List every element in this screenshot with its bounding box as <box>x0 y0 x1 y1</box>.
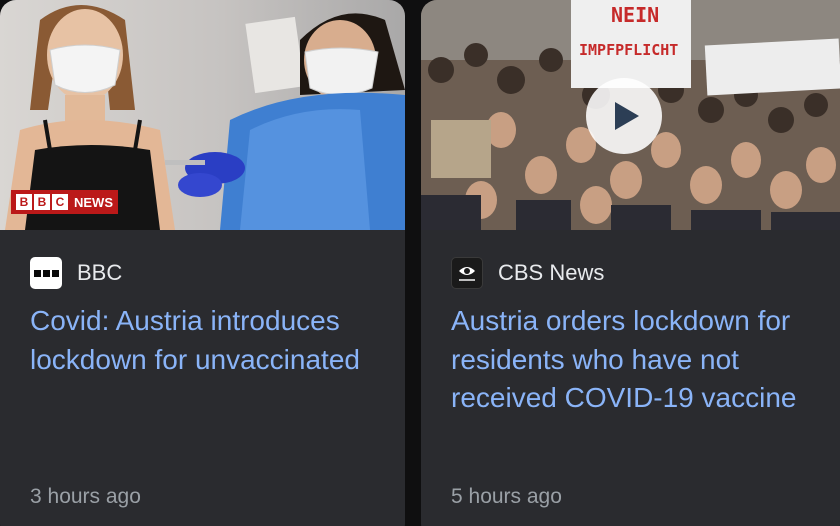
play-button[interactable] <box>586 78 662 154</box>
cbs-eye-logo-icon <box>451 257 483 289</box>
news-headline[interactable]: Austria orders lockdown for residents wh… <box>451 302 810 418</box>
news-carousel: B B C NEWS BBC Covid: Austria introduces… <box>0 0 840 526</box>
news-source: BBC <box>30 257 375 289</box>
news-timestamp: 3 hours ago <box>30 485 141 508</box>
news-headline[interactable]: Covid: Austria introduces lockdown for u… <box>30 302 375 379</box>
bbc-badge-letter: C <box>52 194 68 210</box>
news-timestamp: 5 hours ago <box>451 485 562 508</box>
news-card-cbs[interactable]: NEIN IMPFPFLICHT CBS News Austria orders… <box>421 0 840 526</box>
play-icon <box>615 102 639 130</box>
bbc-logo-icon <box>30 257 62 289</box>
source-name: CBS News <box>498 260 605 285</box>
bbc-news-badge: B B C NEWS <box>11 190 118 214</box>
news-card-bbc[interactable]: B B C NEWS BBC Covid: Austria introduces… <box>0 0 405 526</box>
bbc-badge-letter: B <box>34 194 50 210</box>
source-name: BBC <box>77 260 123 285</box>
news-thumbnail-protest[interactable]: NEIN IMPFPFLICHT <box>421 0 840 230</box>
protest-sign-text: NEIN <box>611 3 659 27</box>
news-thumbnail-vaccination[interactable]: B B C NEWS <box>0 0 405 230</box>
news-source: CBS News <box>451 257 810 289</box>
bbc-badge-letter: B <box>16 194 32 210</box>
bbc-badge-label: NEWS <box>74 194 113 210</box>
protest-sign-text: IMPFPFLICHT <box>579 41 678 59</box>
